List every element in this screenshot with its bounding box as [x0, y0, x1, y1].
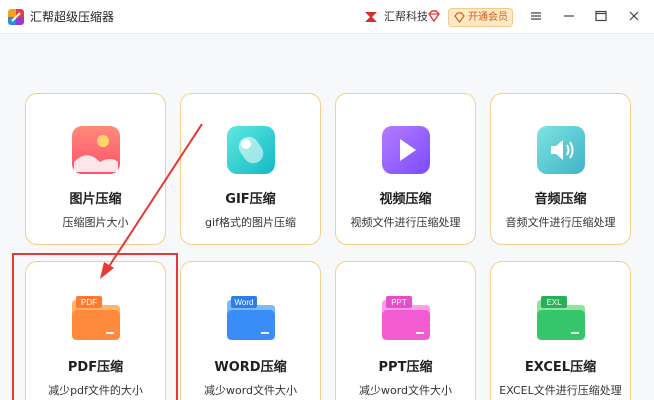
card-desc: 减少pdf文件的大小 — [48, 384, 143, 397]
app-title: 汇帮超级压缩器 — [30, 10, 115, 24]
card-ppt-compress[interactable]: PPT PPT压缩 减少word文件大小 — [335, 261, 476, 400]
card-desc: 减少word文件大小 — [358, 384, 453, 397]
card-title: PPT压缩 — [378, 360, 433, 375]
card-desc: 压缩图片大小 — [62, 216, 129, 229]
card-title: 图片压缩 — [69, 192, 122, 207]
vip-button[interactable]: 开通会员 — [448, 8, 513, 27]
card-title: WORD压缩 — [214, 360, 287, 375]
video-icon — [382, 126, 430, 174]
ppt-folder-icon: PPT — [382, 296, 430, 340]
folder-tag: EXL — [546, 298, 562, 307]
folder-tag: PPT — [391, 298, 407, 307]
excel-folder-icon: EXL — [537, 296, 585, 340]
card-title: 视频压缩 — [379, 192, 432, 207]
pdf-folder-icon: PDF — [72, 296, 120, 340]
minimize-icon[interactable] — [562, 9, 576, 23]
title-bar: 汇帮超级压缩器 汇帮科技 开通会员 — [0, 0, 654, 34]
maximize-icon[interactable] — [594, 9, 608, 23]
vip-diamond-icon — [454, 12, 465, 23]
card-video-compress[interactable]: 视频压缩 视频文件进行压缩处理 — [335, 93, 476, 245]
card-title: 音频压缩 — [534, 192, 587, 207]
card-desc: 视频文件进行压缩处理 — [350, 216, 461, 229]
card-title: EXCEL压缩 — [524, 360, 597, 375]
audio-icon — [537, 126, 585, 174]
app-window: 汇帮超级压缩器 汇帮科技 开通会员 图片压缩 压缩图片大小 GIF压缩 gif格… — [0, 0, 654, 400]
diamond-icon[interactable] — [427, 9, 441, 23]
folder-tag: PDF — [81, 298, 97, 307]
card-gif-compress[interactable]: GIF压缩 gif格式的图片压缩 — [180, 93, 321, 245]
gif-icon — [227, 126, 275, 174]
card-excel-compress[interactable]: EXL EXCEL压缩 EXCEL文件进行压缩处理 — [490, 261, 631, 400]
vip-label: 开通会员 — [468, 12, 508, 23]
card-pdf-compress[interactable]: PDF PDF压缩 减少pdf文件的大小 — [25, 261, 166, 400]
brand-name: 汇帮科技 — [384, 10, 428, 23]
folder-tag: Word — [235, 298, 254, 307]
card-desc: 音频文件进行压缩处理 — [505, 216, 616, 229]
card-word-compress[interactable]: Word WORD压缩 减少word文件大小 — [180, 261, 321, 400]
card-audio-compress[interactable]: 音频压缩 音频文件进行压缩处理 — [490, 93, 631, 245]
card-title: GIF压缩 — [225, 192, 276, 207]
card-image-compress[interactable]: 图片压缩 压缩图片大小 — [25, 93, 166, 245]
image-icon — [72, 126, 120, 174]
close-icon[interactable] — [627, 9, 641, 23]
card-desc: gif格式的图片压缩 — [205, 216, 296, 229]
word-folder-icon: Word — [227, 296, 275, 340]
brand-logo-icon — [365, 12, 377, 22]
card-title: PDF压缩 — [67, 360, 124, 375]
card-desc: 减少word文件大小 — [203, 384, 298, 397]
app-logo-icon — [8, 9, 24, 25]
card-desc: EXCEL文件进行压缩处理 — [499, 384, 622, 397]
menu-icon[interactable] — [529, 9, 543, 23]
